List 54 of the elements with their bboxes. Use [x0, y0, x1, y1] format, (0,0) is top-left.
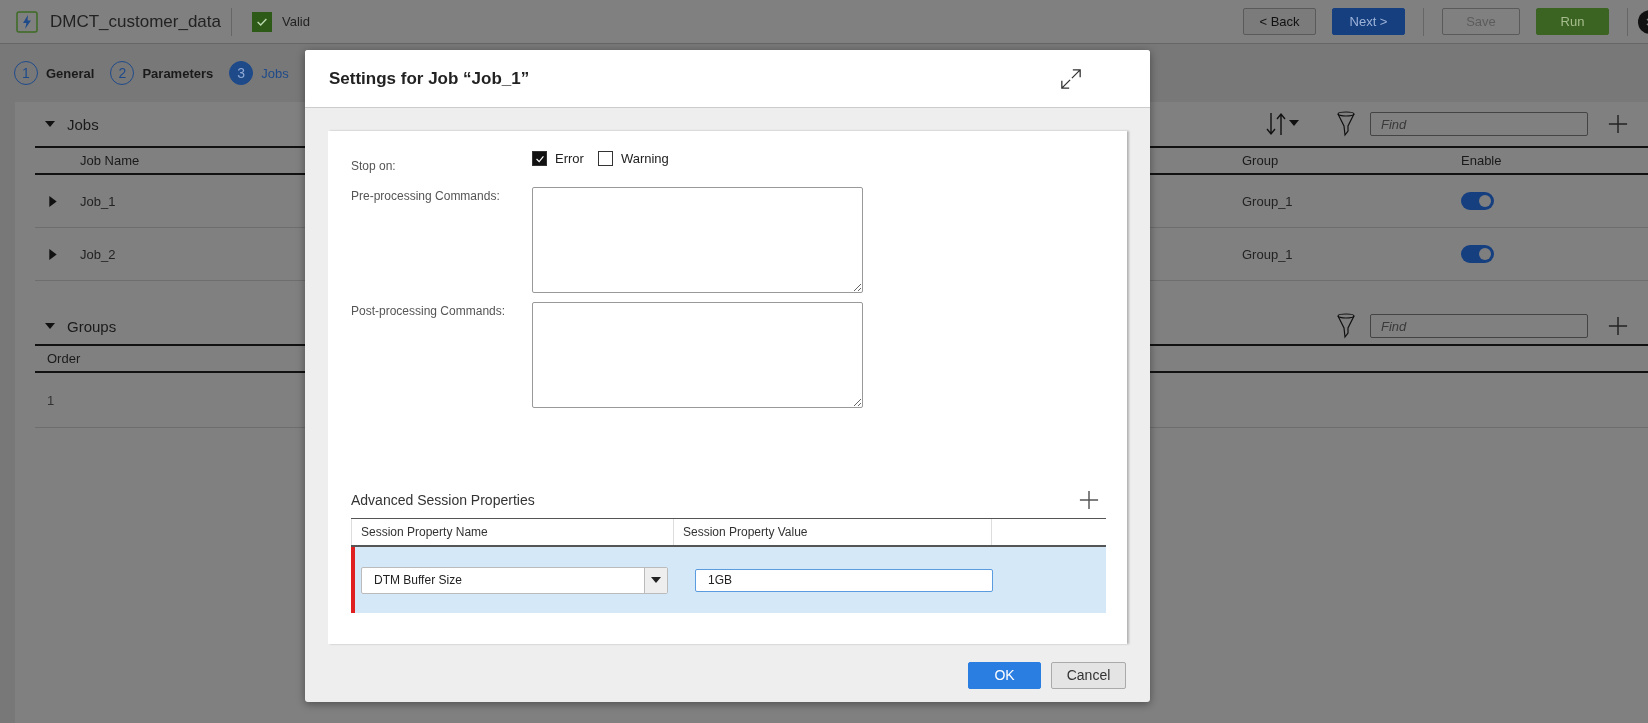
- column-header: Group: [1242, 153, 1279, 168]
- table-cell: Job_2: [80, 246, 116, 262]
- dialog-button[interactable]: Cancel: [1051, 661, 1126, 689]
- table-cell: Group_1: [1242, 246, 1293, 262]
- app-title: DMCT_customer_data: [50, 11, 221, 32]
- table-cell: Group_1: [1242, 193, 1293, 209]
- property-value-field[interactable]: 1GB: [695, 568, 993, 592]
- filter-icon[interactable]: [1336, 111, 1356, 137]
- add-icon[interactable]: [1079, 490, 1099, 510]
- add-icon[interactable]: [1608, 316, 1628, 336]
- wizard-step[interactable]: 2 Parameters: [110, 61, 214, 85]
- valid-label: Valid: [282, 14, 310, 29]
- enable-toggle[interactable]: [1461, 192, 1494, 210]
- toolbar-button[interactable]: Run: [1536, 8, 1609, 35]
- commands-field[interactable]: [532, 187, 863, 293]
- dialog-button[interactable]: OK: [968, 661, 1041, 689]
- dialog-title: Settings for Job “Job_1”: [329, 68, 531, 89]
- checkbox-label: Warning: [620, 151, 669, 166]
- column-header: Session Property Name: [351, 519, 673, 545]
- wizard-step[interactable]: 1 General: [14, 61, 95, 85]
- column-header: Session Property Value: [673, 519, 991, 545]
- checkbox-label: Error: [555, 151, 584, 166]
- lightning-icon: [16, 10, 38, 33]
- collapse-triangle-icon[interactable]: [45, 321, 55, 331]
- column-header: Job Name: [80, 153, 140, 168]
- caret-icon[interactable]: [651, 577, 661, 583]
- column-header: Order: [47, 351, 81, 366]
- field-label: Post-processing Commands:: [351, 303, 507, 318]
- filter-icon[interactable]: [1336, 313, 1356, 339]
- field-label: Pre-processing Commands:: [351, 188, 501, 203]
- enable-toggle[interactable]: [1461, 245, 1494, 263]
- table-cell: Job_1: [80, 193, 116, 209]
- commands-field[interactable]: [532, 302, 863, 408]
- expand-triangle-icon[interactable]: [49, 248, 57, 260]
- column-header: Enable: [1461, 153, 1502, 168]
- property-select[interactable]: DTM Buffer Size: [361, 566, 668, 594]
- table-cell: 1: [47, 392, 55, 408]
- wizard-step[interactable]: 3 Jobs: [229, 61, 289, 85]
- field-label: Stop on:: [351, 158, 397, 173]
- find-field[interactable]: Find: [1370, 314, 1588, 338]
- expand-icon[interactable]: [1060, 67, 1082, 90]
- toolbar-button[interactable]: Next >: [1332, 8, 1405, 35]
- section-title: Advanced Session Properties: [351, 492, 535, 508]
- section-title: Jobs: [67, 115, 99, 133]
- section-title: Groups: [67, 317, 117, 335]
- collapse-triangle-icon[interactable]: [45, 119, 55, 129]
- add-icon[interactable]: [1608, 114, 1628, 134]
- checkbox[interactable]: [597, 151, 613, 166]
- find-field[interactable]: Find: [1370, 112, 1588, 136]
- property-row[interactable]: DTM Buffer Size 1GB: [351, 547, 1106, 613]
- expand-triangle-icon[interactable]: [49, 195, 57, 207]
- checkbox[interactable]: [532, 151, 547, 166]
- toolbar-button[interactable]: < Back: [1243, 8, 1316, 35]
- sort-icon[interactable]: [1266, 111, 1300, 137]
